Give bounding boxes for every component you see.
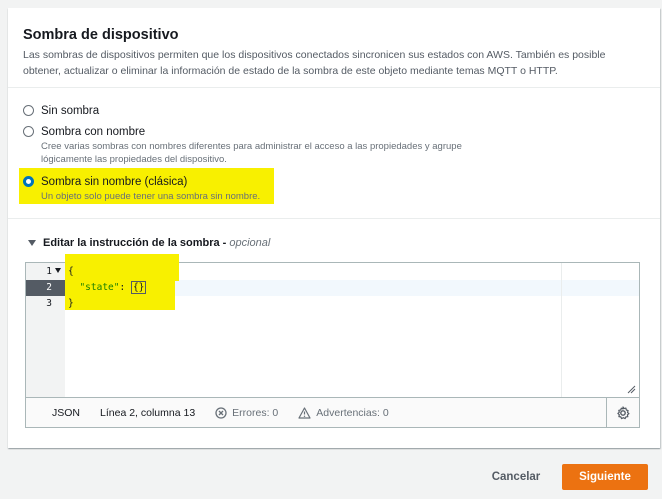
print-margin [561, 263, 562, 397]
section-divider [8, 218, 660, 219]
warning-triangle-icon [298, 406, 311, 419]
radio-option-named-shadow[interactable]: Sombra con nombre Cree varias sombras co… [23, 124, 481, 166]
expander-optional: opcional [229, 237, 271, 249]
editor-mode: JSON [52, 406, 81, 419]
radio-description: Cree varias sombras con nombres diferent… [41, 141, 462, 165]
radio-option-classic-shadow[interactable]: Sombra sin nombre (clásica) Un objeto so… [23, 174, 481, 203]
json-colon: : [119, 282, 131, 293]
radio-option-no-shadow[interactable]: Sin sombra [23, 103, 99, 119]
resize-handle-icon[interactable] [627, 385, 636, 394]
radio-label: Sombra con nombre [41, 126, 146, 138]
json-value-cursor: {} [130, 281, 147, 294]
json-key: "state" [79, 282, 120, 293]
code-line-2: "state": {} [68, 280, 147, 296]
panel-description: Las sombras de dispositivos permiten que… [23, 49, 606, 77]
device-shadow-panel: Sombra de dispositivo Las sombras de dis… [8, 8, 660, 448]
radio-button[interactable] [23, 105, 34, 116]
warnings-indicator[interactable]: Advertencias: 0 [298, 406, 389, 419]
highlight-code-top [65, 254, 179, 281]
radio-description: Un objeto solo puede tener una sombra si… [41, 191, 261, 202]
caret-down-icon [28, 240, 36, 246]
panel-header: Sombra de dispositivo Las sombras de dis… [8, 8, 660, 88]
line-number: 3 [46, 298, 52, 309]
radio-label: Sin sombra [41, 105, 100, 117]
fold-arrow-icon[interactable] [55, 268, 61, 273]
radio-button[interactable] [23, 126, 34, 137]
cancel-button[interactable]: Cancelar [478, 465, 554, 489]
editor-status-bar: JSON Línea 2, columna 13 Errores: 0 Adve… [26, 397, 639, 427]
next-button[interactable]: Siguiente [562, 464, 648, 490]
errors-label: Errores: 0 [232, 406, 279, 419]
editor-settings-button[interactable] [606, 398, 639, 427]
code-line-3: } [68, 298, 74, 309]
radio-button-selected[interactable] [23, 176, 34, 187]
editor-gutter: 1 2 3 [26, 263, 65, 397]
edit-shadow-expander[interactable]: Editar la instrucción de la sombra - opc… [28, 237, 270, 249]
expander-dash: - [222, 237, 227, 249]
radio-label: Sombra sin nombre (clásica) [41, 176, 188, 188]
cursor-position: Línea 2, columna 13 [100, 406, 196, 419]
errors-indicator[interactable]: Errores: 0 [215, 407, 278, 419]
error-circle-icon [215, 406, 227, 419]
gear-icon [617, 405, 630, 419]
code-editor[interactable]: 1 2 3 { "state": {} } JSON Línea 2, colu… [25, 254, 640, 428]
code-line-1: { [68, 266, 74, 277]
line-number-active: 2 [26, 280, 65, 296]
warnings-label: Advertencias: 0 [316, 406, 389, 419]
expander-label: Editar la instrucción de la sombra [43, 237, 220, 249]
panel-title: Sombra de dispositivo [23, 27, 179, 43]
